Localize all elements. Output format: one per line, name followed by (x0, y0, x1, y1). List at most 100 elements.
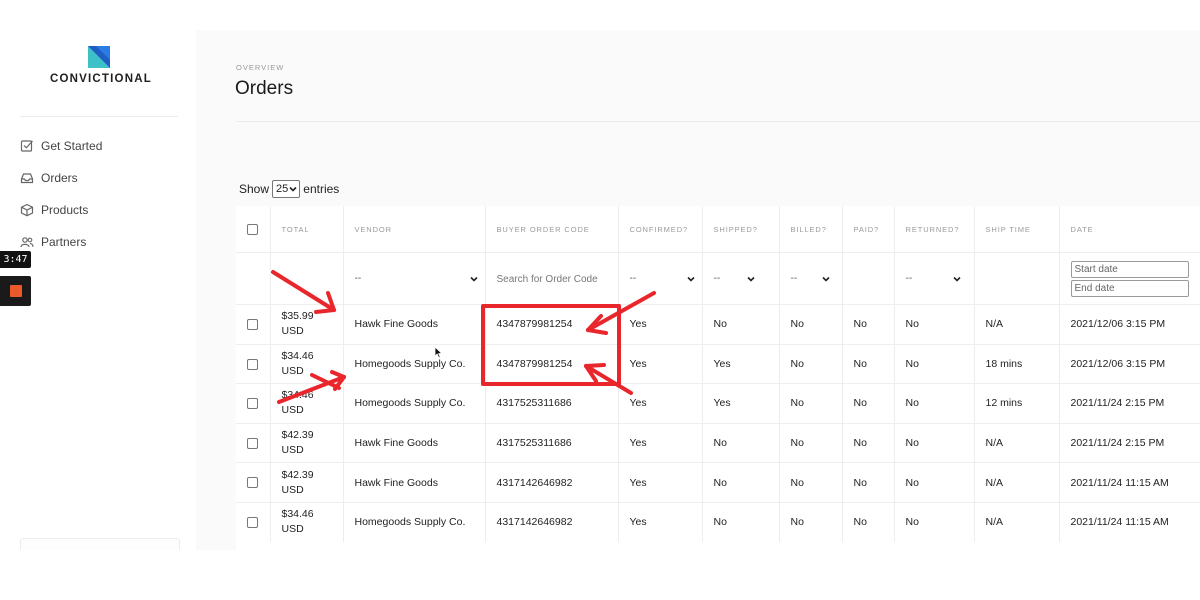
sidebar-item-label: Partners (41, 235, 87, 249)
order-code-cell: 4317142646982 (485, 462, 619, 503)
column-header-date[interactable]: DATE (1059, 206, 1200, 253)
sidebar-nav: Get Started Orders Products Partners (0, 130, 196, 258)
recording-timer: 3:47 (0, 251, 31, 268)
order-code-search-input[interactable] (496, 273, 617, 285)
end-date-input[interactable] (1070, 279, 1189, 297)
logo[interactable]: CONVICTIONAL (50, 46, 152, 85)
inbox-icon (20, 171, 34, 185)
column-header-total[interactable]: TOTAL (270, 206, 344, 253)
page-title: Orders (235, 78, 294, 99)
orders-table-container: TOTAL VENDOR BUYER ORDER CODE CONFIRMED?… (236, 206, 1200, 550)
order-code-cell: 4317142646982 (485, 501, 619, 542)
vendor-cell: Homegoods Supply Co. (343, 343, 486, 384)
table-row[interactable]: $42.39 USD Hawk Fine Goods 4317142646982 … (236, 462, 1200, 503)
total-cell: $35.99 USD (270, 304, 344, 345)
entries-select-value: 25 (276, 183, 289, 195)
shipped-filter-value: -- (713, 273, 721, 284)
shipped-cell: No (702, 422, 780, 463)
returned-filter-cell: -- (894, 252, 975, 305)
column-header-vendor[interactable]: VENDOR (343, 206, 486, 253)
confirmed-filter-select[interactable]: -- (630, 269, 702, 289)
table-row[interactable]: $35.99 USD Hawk Fine Goods 4347879981254 … (236, 304, 1200, 345)
billed-filter-select[interactable]: -- (791, 269, 837, 289)
shipped-filter-cell: -- (702, 252, 780, 305)
sidebar-item-get-started[interactable]: Get Started (0, 130, 196, 162)
sidebar-item-products[interactable]: Products (0, 194, 196, 226)
returned-cell: No (894, 383, 975, 424)
logo-text: CONVICTIONAL (50, 73, 152, 85)
row-checkbox[interactable] (247, 437, 259, 449)
sidebar-divider (20, 116, 178, 117)
returned-filter-select[interactable]: -- (906, 269, 968, 289)
column-header-shipped[interactable]: SHIPPED? (702, 206, 780, 253)
checkbox-icon (20, 139, 34, 153)
column-header-returned[interactable]: RETURNED? (894, 206, 975, 253)
table-header-row: TOTAL VENDOR BUYER ORDER CODE CONFIRMED?… (236, 206, 1200, 253)
row-checkbox[interactable] (247, 477, 259, 489)
sidebar-footer-card[interactable] (20, 538, 180, 550)
orders-table: TOTAL VENDOR BUYER ORDER CODE CONFIRMED?… (236, 206, 1200, 542)
table-row[interactable]: $34.46 USD Homegoods Supply Co. 434787998… (236, 343, 1200, 384)
shipped-cell: No (702, 462, 780, 503)
date-cell: 2021/11/24 11:15 AM (1059, 462, 1200, 503)
column-header-confirmed[interactable]: CONFIRMED? (618, 206, 703, 253)
chevron-down-icon (952, 276, 961, 282)
people-icon (20, 235, 34, 249)
column-header-buyer-order-code[interactable]: BUYER ORDER CODE (485, 206, 619, 253)
row-checkbox[interactable] (247, 358, 259, 370)
row-checkbox[interactable] (247, 516, 259, 528)
order-code-filter-cell (485, 252, 619, 305)
column-header-ship-time[interactable]: SHIP TIME (974, 206, 1060, 253)
order-code-cell: 4317525311686 (485, 383, 619, 424)
total-cell: $42.39 USD (270, 462, 344, 503)
billed-filter-cell: -- (779, 252, 843, 305)
total-cell: $34.46 USD (270, 383, 344, 424)
shipped-cell: Yes (702, 343, 780, 384)
total-currency: USD (281, 325, 304, 338)
returned-cell: No (894, 501, 975, 542)
select-all-checkbox[interactable] (247, 223, 259, 235)
column-header-paid[interactable]: PAID? (842, 206, 895, 253)
sidebar-item-orders[interactable]: Orders (0, 162, 196, 194)
returned-filter-value: -- (905, 273, 913, 284)
order-code-cell: 4317525311686 (485, 422, 619, 463)
paid-cell: No (842, 462, 895, 503)
total-currency: USD (281, 364, 304, 377)
confirmed-cell: Yes (618, 343, 703, 384)
billed-cell: No (779, 422, 843, 463)
column-header-billed[interactable]: BILLED? (779, 206, 843, 253)
chevron-down-icon (469, 276, 478, 282)
table-row[interactable]: $34.46 USD Homegoods Supply Co. 431714264… (236, 501, 1200, 542)
vendor-cell: Homegoods Supply Co. (343, 383, 486, 424)
paid-cell: No (842, 304, 895, 345)
main-content: OVERVIEW Orders Show 25 entries TOTAL VE… (196, 30, 1200, 550)
shipped-cell: Yes (702, 383, 780, 424)
total-cell: $34.46 USD (270, 343, 344, 384)
table-row[interactable]: $42.39 USD Hawk Fine Goods 4317525311686 … (236, 422, 1200, 463)
start-date-input[interactable] (1070, 260, 1189, 278)
chevron-down-icon (289, 186, 297, 192)
vendor-filter-select[interactable]: -- (355, 269, 485, 289)
convictional-logo-icon (88, 46, 110, 68)
table-row[interactable]: $34.46 USD Homegoods Supply Co. 431752531… (236, 383, 1200, 424)
sidebar-item-label: Get Started (41, 139, 103, 153)
ship-time-cell: N/A (974, 501, 1060, 542)
billed-cell: No (779, 383, 843, 424)
returned-cell: No (894, 462, 975, 503)
stop-recording-button[interactable] (0, 276, 31, 306)
row-checkbox[interactable] (247, 398, 259, 410)
total-amount: $34.46 (281, 508, 314, 521)
row-checkbox[interactable] (247, 319, 259, 331)
entries-select[interactable]: 25 (272, 180, 301, 198)
vendor-cell: Hawk Fine Goods (343, 304, 486, 345)
confirmed-cell: Yes (618, 383, 703, 424)
paid-cell: No (842, 501, 895, 542)
shipped-filter-select[interactable]: -- (714, 269, 762, 289)
vendor-cell: Homegoods Supply Co. (343, 501, 486, 542)
sidebar-item-label: Products (41, 203, 89, 217)
shipped-cell: No (702, 501, 780, 542)
ship-time-cell: N/A (974, 422, 1060, 463)
date-cell: 2021/12/06 3:15 PM (1059, 304, 1200, 345)
confirmed-filter-cell: -- (618, 252, 703, 305)
billed-cell: No (779, 462, 843, 503)
